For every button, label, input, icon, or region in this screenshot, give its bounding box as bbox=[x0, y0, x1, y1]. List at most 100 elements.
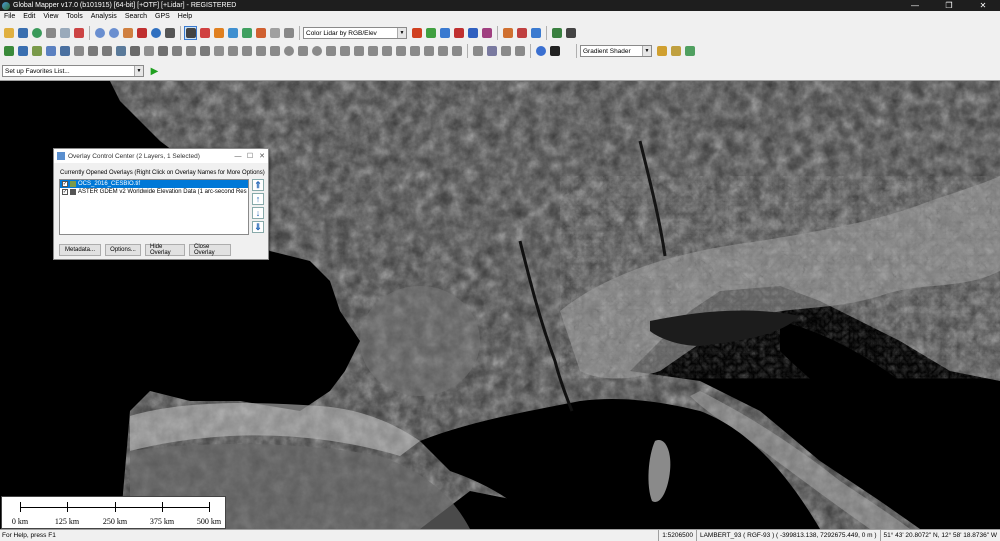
metadata-button[interactable]: Metadata... bbox=[59, 244, 101, 256]
menu-tools[interactable]: Tools bbox=[62, 13, 86, 20]
label-icon[interactable] bbox=[338, 44, 351, 58]
lidar-profile-icon[interactable] bbox=[452, 26, 465, 40]
lidar-edit-icon[interactable] bbox=[466, 26, 479, 40]
buffer-icon[interactable] bbox=[114, 44, 127, 58]
dialog-maximize-button[interactable]: ☐ bbox=[244, 152, 256, 160]
save-icon[interactable] bbox=[16, 26, 29, 40]
area-icon[interactable] bbox=[352, 44, 365, 58]
layer-checkbox[interactable]: ✓ bbox=[62, 189, 68, 195]
hide-overlay-button[interactable]: Hide Overlay bbox=[145, 244, 185, 256]
shader-select[interactable]: Gradient Shader ▼ bbox=[580, 45, 652, 57]
reverse-icon[interactable] bbox=[198, 44, 211, 58]
digitize-area-icon[interactable] bbox=[30, 44, 43, 58]
snap-icon[interactable] bbox=[156, 44, 169, 58]
menu-gps[interactable]: GPS bbox=[151, 13, 174, 20]
digitize-point-icon[interactable] bbox=[2, 44, 15, 58]
maximize-button[interactable]: ❐ bbox=[932, 0, 966, 11]
favorites-select[interactable]: Set up Favorites List... ▼ bbox=[2, 65, 144, 77]
dialog-close-button[interactable]: ✕ bbox=[256, 152, 268, 160]
move-vertex-icon[interactable] bbox=[499, 44, 512, 58]
dialog-minimize-button[interactable]: — bbox=[232, 153, 244, 160]
smooth-icon[interactable] bbox=[170, 44, 183, 58]
feature-attr-icon[interactable] bbox=[529, 26, 542, 40]
rectangle-icon[interactable] bbox=[296, 44, 309, 58]
menu-analysis[interactable]: Analysis bbox=[87, 13, 121, 20]
options-button[interactable]: Options... bbox=[105, 244, 141, 256]
menu-help[interactable]: Help bbox=[174, 13, 196, 20]
range-ring-icon[interactable] bbox=[310, 44, 323, 58]
paste-feature-icon[interactable] bbox=[254, 44, 267, 58]
menu-edit[interactable]: Edit bbox=[19, 13, 39, 20]
rotate-feature-icon[interactable] bbox=[72, 44, 85, 58]
split-line-icon[interactable] bbox=[86, 44, 99, 58]
north-icon[interactable] bbox=[548, 44, 561, 58]
layer-checkbox[interactable]: ✓ bbox=[62, 181, 68, 187]
menu-view[interactable]: View bbox=[39, 13, 62, 20]
feature-info-icon[interactable] bbox=[515, 26, 528, 40]
contrast-icon[interactable] bbox=[683, 44, 696, 58]
delete-feature-icon[interactable] bbox=[212, 44, 225, 58]
line-icon[interactable] bbox=[366, 44, 379, 58]
lidar-stats-icon[interactable] bbox=[480, 26, 493, 40]
open-icon[interactable] bbox=[2, 26, 15, 40]
overlay-list[interactable]: ✓ OCS_2016_CESBIO.tif ✓ ASTER GDEM v2 Wo… bbox=[59, 179, 249, 235]
pan-icon[interactable] bbox=[163, 26, 176, 40]
undo-icon[interactable] bbox=[72, 26, 85, 40]
move-up-button[interactable]: ↑ bbox=[252, 193, 264, 205]
grid-icon[interactable] bbox=[564, 26, 577, 40]
globe-icon[interactable] bbox=[30, 26, 43, 40]
print-icon[interactable] bbox=[44, 26, 57, 40]
copy-icon[interactable] bbox=[58, 26, 71, 40]
coordinate-icon[interactable] bbox=[324, 44, 337, 58]
refresh-icon[interactable] bbox=[149, 26, 162, 40]
insert-vertex-icon[interactable] bbox=[436, 44, 449, 58]
digitize-line-icon[interactable] bbox=[16, 44, 29, 58]
measure-distance-icon[interactable] bbox=[394, 44, 407, 58]
attribute-table-icon[interactable] bbox=[485, 44, 498, 58]
lidar-filter-icon[interactable] bbox=[438, 26, 451, 40]
hand-icon[interactable] bbox=[471, 44, 484, 58]
cut-icon[interactable] bbox=[226, 44, 239, 58]
crop-icon[interactable] bbox=[128, 44, 141, 58]
3d-view-icon[interactable] bbox=[226, 26, 239, 40]
north-arrow-icon[interactable] bbox=[550, 26, 563, 40]
zoom-out-icon[interactable] bbox=[107, 26, 120, 40]
copy-feature-icon[interactable] bbox=[240, 44, 253, 58]
lidar-color-icon[interactable] bbox=[410, 26, 423, 40]
grid-view-icon[interactable] bbox=[513, 44, 526, 58]
overlay-layer-aster[interactable]: ✓ ASTER GDEM v2 Worldwide Elevation Data… bbox=[60, 188, 248, 196]
vertex-edit-icon[interactable] bbox=[44, 44, 57, 58]
shift-feature-icon[interactable] bbox=[450, 44, 463, 58]
digitizer-icon[interactable] bbox=[212, 26, 225, 40]
control-center-icon[interactable] bbox=[268, 26, 281, 40]
shader-mode-select[interactable]: Color Lidar by RGB/Elev ▼ bbox=[303, 27, 407, 39]
combine-icon[interactable] bbox=[142, 44, 155, 58]
shader-settings-icon[interactable] bbox=[655, 44, 668, 58]
overlay-layer-ocs[interactable]: ✓ OCS_2016_CESBIO.tif bbox=[60, 180, 248, 188]
ortho-icon[interactable] bbox=[268, 44, 281, 58]
move-feature-icon[interactable] bbox=[58, 44, 71, 58]
simplify-icon[interactable] bbox=[184, 44, 197, 58]
move-to-top-button[interactable]: ⇑ bbox=[252, 179, 264, 191]
menu-file[interactable]: File bbox=[0, 13, 19, 20]
measure-icon[interactable] bbox=[198, 26, 211, 40]
select-icon[interactable] bbox=[184, 26, 197, 40]
line-of-sight-icon[interactable] bbox=[254, 26, 267, 40]
minimize-button[interactable]: — bbox=[898, 0, 932, 11]
move-to-bottom-button[interactable]: ⇓ bbox=[252, 221, 264, 233]
circle-icon[interactable] bbox=[282, 44, 295, 58]
edit-vertex-icon[interactable] bbox=[422, 44, 435, 58]
crosshair-icon[interactable] bbox=[534, 44, 547, 58]
light-direction-icon[interactable] bbox=[669, 44, 682, 58]
close-button[interactable]: ✕ bbox=[966, 0, 1000, 11]
volume-icon[interactable] bbox=[408, 44, 421, 58]
feature-edit-icon[interactable] bbox=[501, 26, 514, 40]
path-profile-icon[interactable] bbox=[240, 26, 253, 40]
run-favorite-icon[interactable]: ▶ bbox=[148, 64, 161, 78]
move-down-button[interactable]: ↓ bbox=[252, 207, 264, 219]
trace-icon[interactable] bbox=[380, 44, 393, 58]
lidar-icon[interactable] bbox=[282, 26, 295, 40]
close-overlay-button[interactable]: Close Overlay bbox=[189, 244, 231, 256]
join-line-icon[interactable] bbox=[100, 44, 113, 58]
home-icon[interactable] bbox=[135, 26, 148, 40]
